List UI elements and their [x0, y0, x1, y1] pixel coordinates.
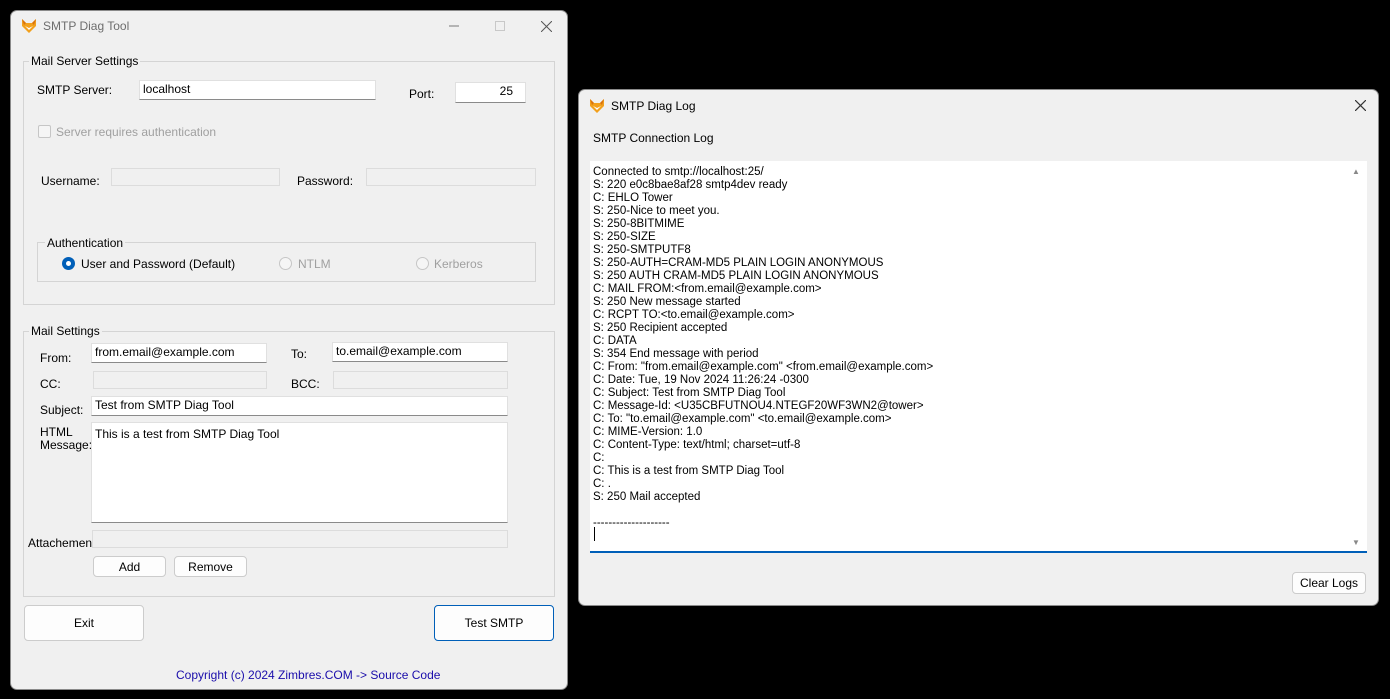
log-window: SMTP Diag Log SMTP Connection Log Connec… [578, 89, 1379, 606]
html-message-label-2: Message: [40, 438, 93, 452]
source-code-link[interactable]: Copyright (c) 2024 Zimbres.COM -> Source… [176, 668, 440, 682]
log-line: -------------------- [593, 517, 670, 529]
from-input[interactable]: from.email@example.com [91, 343, 267, 363]
log-textarea[interactable]: Connected to smtp://localhost:25/S: 220 … [590, 161, 1367, 553]
main-window: SMTP Diag Tool Mail Server Settings SMTP… [10, 10, 568, 690]
radio-ntlm-label: NTLM [298, 257, 331, 271]
bcc-label: BCC: [291, 377, 320, 391]
log-line: S: 220 e0c8bae8af28 smtp4dev ready [593, 179, 788, 191]
log-line: C: From: "from.email@example.com" <from.… [593, 361, 934, 373]
exit-button[interactable]: Exit [24, 605, 144, 641]
log-line: S: 250 Mail accepted [593, 491, 701, 503]
port-input[interactable]: 25 [455, 82, 526, 103]
clear-logs-button[interactable]: Clear Logs [1292, 572, 1366, 594]
authentication-title: Authentication [45, 236, 126, 250]
radio-user-password-label[interactable]: User and Password (Default) [81, 257, 235, 271]
log-line: S: 250-Nice to meet you. [593, 205, 720, 217]
to-input[interactable]: to.email@example.com [332, 342, 508, 362]
radio-ntlm [279, 257, 292, 270]
close-icon[interactable] [1340, 90, 1378, 120]
radio-kerberos-label: Kerberos [434, 257, 483, 271]
log-titlebar[interactable]: SMTP Diag Log [579, 90, 1378, 120]
mail-server-settings-title: Mail Server Settings [29, 54, 141, 68]
log-line: S: 250 Recipient accepted [593, 322, 728, 334]
remove-button[interactable]: Remove [174, 556, 247, 577]
subject-label: Subject: [40, 403, 84, 417]
from-label: From: [40, 351, 72, 365]
log-line: Connected to smtp://localhost:25/ [593, 166, 764, 178]
log-line: S: 250-SIZE [593, 231, 656, 243]
username-label: Username: [41, 174, 100, 188]
smtp-server-label: SMTP Server: [37, 83, 113, 97]
log-line: C: Date: Tue, 19 Nov 2024 11:26:24 -0300 [593, 374, 809, 386]
log-line: C: This is a test from SMTP Diag Tool [593, 465, 785, 477]
minimize-icon[interactable] [431, 11, 477, 41]
log-line: C: Subject: Test from SMTP Diag Tool [593, 387, 786, 399]
log-line: C: Content-Type: text/html; charset=utf-… [593, 439, 801, 451]
log-line: S: 250-8BITMIME [593, 218, 685, 230]
close-icon[interactable] [523, 11, 567, 41]
log-lines: Connected to smtp://localhost:25/S: 220 … [593, 166, 933, 530]
log-line: C: Message-Id: <U35CBFUTNOU4.NTEGF20WF3W… [593, 400, 924, 412]
log-line: C: MIME-Version: 1.0 [593, 426, 703, 438]
cc-field [93, 371, 267, 389]
username-field [111, 168, 280, 186]
auth-required-label: Server requires authentication [56, 125, 217, 139]
port-label: Port: [409, 87, 435, 101]
to-label: To: [291, 347, 308, 361]
log-section-label: SMTP Connection Log [593, 131, 714, 145]
scroll-up-icon[interactable]: ▲ [1351, 167, 1361, 177]
log-line: S: 354 End message with period [593, 348, 759, 360]
fox-icon [21, 18, 37, 34]
password-field [366, 168, 536, 186]
subject-input[interactable]: Test from SMTP Diag Tool [91, 396, 508, 416]
test-smtp-button[interactable]: Test SMTP [434, 605, 554, 641]
mail-settings-title: Mail Settings [29, 324, 102, 338]
log-line: C: To: "to.email@example.com" <to.email@… [593, 413, 892, 425]
log-line: S: 250-SMTPUTF8 [593, 244, 691, 256]
log-line: C: [593, 452, 605, 464]
log-line: C: DATA [593, 335, 637, 347]
log-line: C: EHLO Tower [593, 192, 673, 204]
log-line: S: 250 New message started [593, 296, 741, 308]
bcc-field [333, 371, 508, 389]
log-line: C: MAIL FROM:<from.email@example.com> [593, 283, 822, 295]
attachment-field [92, 530, 508, 548]
main-titlebar[interactable]: SMTP Diag Tool [11, 11, 567, 41]
main-title: SMTP Diag Tool [43, 19, 130, 33]
add-button[interactable]: Add [93, 556, 166, 577]
smtp-server-input[interactable]: localhost [139, 80, 376, 100]
fox-icon [589, 98, 605, 114]
password-label: Password: [297, 174, 354, 188]
log-line: S: 250-AUTH=CRAM-MD5 PLAIN LOGIN ANONYMO… [593, 257, 884, 269]
radio-user-password[interactable] [62, 257, 75, 270]
text-caret [594, 527, 595, 541]
radio-kerberos [416, 257, 429, 270]
auth-required-checkbox [38, 125, 51, 138]
log-title: SMTP Diag Log [611, 99, 696, 113]
log-line: C: RCPT TO:<to.email@example.com> [593, 309, 795, 321]
log-line: S: 250 AUTH CRAM-MD5 PLAIN LOGIN ANONYMO… [593, 270, 879, 282]
cc-label: CC: [40, 377, 61, 391]
log-line: C: . [593, 478, 611, 490]
html-message-textarea[interactable]: This is a test from SMTP Diag Tool [91, 422, 508, 523]
scroll-down-icon[interactable]: ▼ [1351, 538, 1361, 548]
maximize-icon [477, 11, 523, 41]
html-message-label-1: HTML [40, 425, 73, 439]
attachment-label: Attachement: [28, 536, 99, 550]
